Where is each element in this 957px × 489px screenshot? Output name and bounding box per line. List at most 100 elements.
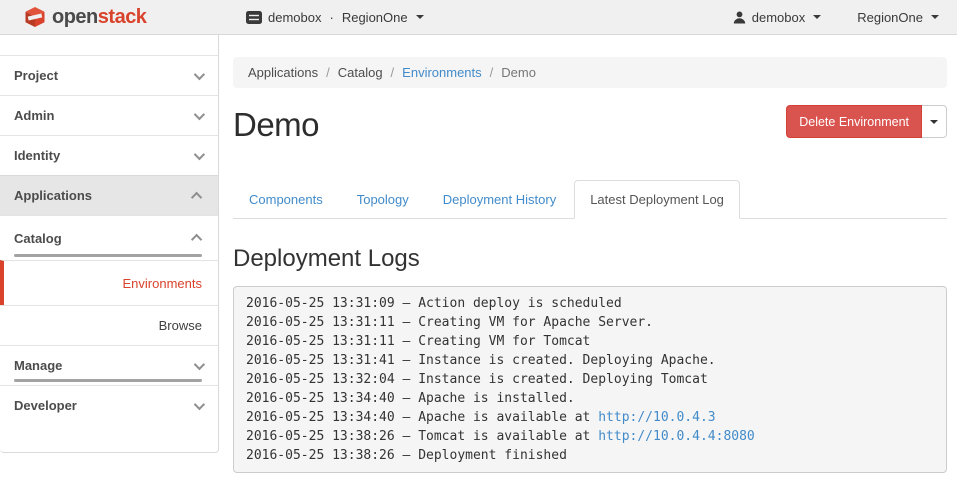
page-title: Demo [233,102,319,148]
caret-down-icon [813,15,821,19]
deployment-log-panel: 2016-05-25 13:31:09 — Action deploy is s… [233,286,947,473]
region-menu-label: RegionOne [857,10,923,25]
chevron-up-icon [191,234,202,245]
log-line: 2016-05-25 13:31:41 — Instance is create… [246,351,934,370]
caret-down-icon [931,15,939,19]
sidebar: Project Admin Identity Applications Catalog E… [0,35,219,453]
sidebar-item-applications[interactable]: Applications [0,175,218,215]
user-icon [733,11,746,24]
caret-down-icon [416,15,424,19]
sidebar-item-browse[interactable]: Browse [0,305,218,345]
openstack-brand[interactable]: openstack [0,6,219,28]
log-message: — Action deploy is scheduled [395,296,622,311]
page-header: Demo Delete Environment [233,102,947,154]
section-underline [14,254,202,257]
sidebar-item-admin[interactable]: Admin [0,95,218,135]
delete-environment-button[interactable]: Delete Environment [786,105,922,138]
sidebar-item-label: Admin [14,108,54,123]
log-timestamp: 2016-05-25 13:38:26 [246,448,395,463]
tab-item: Deployment History [427,180,572,219]
chevron-up-icon [191,191,202,202]
caret-down-icon [930,120,938,124]
breadcrumb-item-applications: Applications [248,65,318,80]
sidebar-item-label: Manage [14,358,62,373]
log-message: — Creating VM for Apache Server. [395,315,653,330]
log-line: 2016-05-25 13:38:26 — Tomcat is availabl… [246,427,934,446]
user-menu[interactable]: demobox [733,10,821,25]
breadcrumb-item-catalog: Catalog [318,65,382,80]
main-content: ApplicationsCatalogEnvironmentsDemo Demo… [219,35,957,473]
log-line: 2016-05-25 13:31:09 — Action deploy is s… [246,294,934,313]
tab-bar: ComponentsTopologyDeployment HistoryLate… [233,180,947,219]
log-line: 2016-05-25 13:34:40 — Apache is installe… [246,389,934,408]
sidebar-item-catalog[interactable]: Catalog [0,215,218,260]
tab-components[interactable]: Components [233,180,339,219]
sidebar-item-label: Environments [123,276,202,291]
region-menu[interactable]: RegionOne [857,10,939,25]
chevron-down-icon [194,68,205,79]
log-message: — Apache is available at [395,410,591,425]
sidebar-item-project[interactable]: Project [0,55,218,95]
sidebar-item-label: Catalog [14,231,62,246]
tab-latest-deployment-log[interactable]: Latest Deployment Log [574,180,740,219]
environment-actions: Delete Environment [786,105,947,138]
log-timestamp: 2016-05-25 13:34:40 [246,391,395,406]
log-line: 2016-05-25 13:34:40 — Apache is availabl… [246,408,934,427]
log-message: — Creating VM for Tomcat [395,334,591,349]
log-line: 2016-05-25 13:38:26 — Deployment finishe… [246,446,934,465]
tab-deployment-history[interactable]: Deployment History [427,180,572,219]
sidebar-top-strip [0,35,218,55]
log-message: — Tomcat is available at [395,429,591,444]
chevron-down-icon [194,358,205,369]
log-timestamp: 2016-05-25 13:34:40 [246,410,395,425]
sidebar-item-label: Project [14,68,58,83]
sidebar-item-developer[interactable]: Developer [0,385,218,425]
tab-item: Topology [341,180,425,219]
log-line: 2016-05-25 13:32:04 — Instance is create… [246,370,934,389]
log-line: 2016-05-25 13:31:11 — Creating VM for Ap… [246,313,934,332]
log-message: — Apache is installed. [395,391,575,406]
switcher-region-label: RegionOne [342,10,408,25]
tab-topology[interactable]: Topology [341,180,425,219]
brand-text-open: open [52,6,98,28]
sidebar-item-label: Identity [14,148,60,163]
user-menu-label: demobox [752,10,805,25]
log-timestamp: 2016-05-25 13:31:41 [246,353,395,368]
breadcrumb-item-demo: Demo [482,65,536,80]
log-link[interactable]: http://10.0.4.4:8080 [598,429,755,444]
project-region-switcher[interactable]: demobox · RegionOne [246,10,424,25]
section-underline [14,379,202,382]
log-message: — Instance is created. Deploying Apache. [395,353,716,368]
tab-item: Components [233,180,339,219]
page-body: ProjectAdminIdentityApplicationsCatalogE… [0,35,957,473]
log-timestamp: 2016-05-25 13:32:04 [246,372,395,387]
sidebar-item-environments[interactable]: Environments [0,260,218,305]
switcher-separator: · [327,10,335,25]
sidebar-item-manage[interactable]: Manage [0,345,218,385]
chevron-down-icon [194,398,205,409]
delete-dropdown-toggle[interactable] [922,105,947,138]
sidebar-item-label: Browse [159,318,202,333]
log-timestamp: 2016-05-25 13:38:26 [246,429,395,444]
deployment-logs-heading: Deployment Logs [233,245,947,273]
brand-text-stack: stack [98,6,147,28]
log-message: — Instance is created. Deploying Tomcat [395,372,708,387]
top-navbar: openstack demobox · RegionOne demobox [0,0,957,35]
projects-icon [246,11,262,24]
tab-item: Latest Deployment Log [574,180,740,219]
navbar-right: demobox RegionOne [733,10,957,25]
log-timestamp: 2016-05-25 13:31:09 [246,296,395,311]
openstack-logo-icon [24,6,46,28]
switcher-project-label: demobox [268,10,321,25]
chevron-down-icon [194,148,205,159]
sidebar-item-label: Developer [14,398,77,413]
log-link[interactable]: http://10.0.4.3 [598,410,715,425]
breadcrumb: ApplicationsCatalog EnvironmentsDemo [233,57,947,88]
breadcrumb-link[interactable]: Environments [402,65,481,80]
log-timestamp: 2016-05-25 13:31:11 [246,334,395,349]
breadcrumb-item-environments: Environments [383,65,482,80]
chevron-down-icon [194,108,205,119]
sidebar-item-identity[interactable]: Identity [0,135,218,175]
log-timestamp: 2016-05-25 13:31:11 [246,315,395,330]
log-message: — Deployment finished [395,448,567,463]
